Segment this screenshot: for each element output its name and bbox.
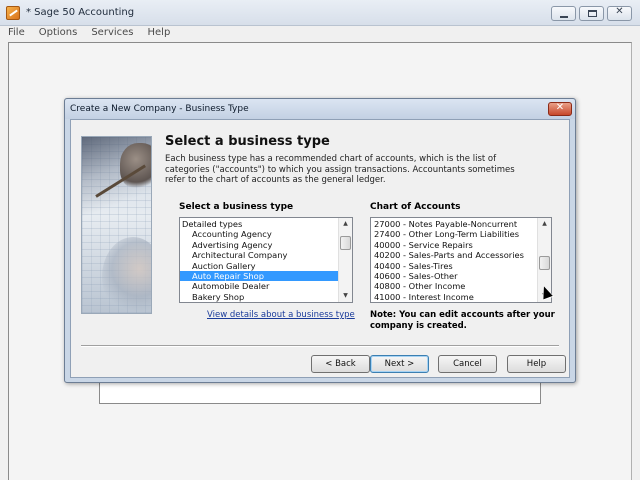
list-item[interactable]: 40800 - Other Income	[371, 281, 537, 291]
business-type-scrollbar[interactable]: ▲ ▼	[338, 218, 352, 302]
dialog-titlebar: Create a New Company - Business Type ✕	[65, 99, 575, 119]
business-type-label: Select a business type	[179, 202, 294, 212]
menu-options[interactable]: Options	[37, 26, 80, 40]
list-item[interactable]: 41000 - Interest Income	[371, 292, 537, 302]
minimize-button[interactable]	[551, 6, 576, 21]
list-item-selected[interactable]: Auto Repair Shop	[180, 270, 338, 282]
chart-of-accounts-label: Chart of Accounts	[370, 202, 461, 212]
dialog-body: Select a business type Each business typ…	[70, 119, 570, 378]
list-item[interactable]: Advertising Agency	[180, 240, 338, 250]
close-icon: ✕	[555, 102, 565, 113]
list-item[interactable]: Architectural Company	[180, 250, 338, 260]
create-company-dialog: Create a New Company - Business Type ✕ S…	[64, 98, 576, 383]
list-item[interactable]: Auction Gallery	[180, 261, 338, 271]
list-item[interactable]: 27400 - Other Long-Term Liabilities	[371, 229, 537, 239]
minimize-icon	[560, 16, 568, 18]
chart-of-accounts-list[interactable]: 27000 - Notes Payable-Noncurrent 27400 -…	[370, 217, 552, 303]
app-titlebar: * Sage 50 Accounting ✕	[0, 0, 640, 26]
list-item[interactable]: 40000 - Service Repairs	[371, 240, 537, 250]
list-item[interactable]: 40400 - Sales-Tires	[371, 261, 537, 271]
list-item[interactable]: Accounting Agency	[180, 229, 338, 239]
close-icon: ✕	[615, 6, 624, 17]
divider	[81, 345, 559, 347]
scroll-down-icon[interactable]: ▼	[339, 290, 352, 302]
menu-file[interactable]: File	[6, 26, 27, 40]
list-item-detailed-types[interactable]: Detailed types	[180, 219, 338, 229]
background-panel	[99, 380, 541, 404]
app-title: * Sage 50 Accounting	[26, 7, 135, 18]
dialog-close-button[interactable]: ✕	[548, 102, 572, 116]
highlight-shape	[102, 237, 151, 313]
business-type-items: Detailed types Accounting Agency Adverti…	[180, 219, 338, 302]
cancel-button[interactable]: Cancel	[438, 355, 497, 373]
scroll-up-icon[interactable]: ▲	[538, 218, 551, 230]
menu-help[interactable]: Help	[146, 26, 173, 40]
maximize-icon	[588, 10, 597, 17]
page-heading: Select a business type	[165, 134, 330, 149]
business-type-details-link[interactable]: View details about a business type	[207, 310, 355, 320]
sage-logo-icon	[6, 6, 20, 20]
list-item[interactable]: 40600 - Sales-Other	[371, 271, 537, 281]
scroll-up-icon[interactable]: ▲	[339, 218, 352, 230]
close-button[interactable]: ✕	[607, 6, 632, 21]
accounts-note: Note: You can edit accounts after your c…	[370, 310, 555, 331]
dialog-title: Create a New Company - Business Type	[70, 104, 249, 114]
list-item[interactable]: Bakery Shop	[180, 292, 338, 302]
scroll-thumb[interactable]	[539, 256, 550, 270]
scroll-thumb[interactable]	[340, 236, 351, 250]
window-controls: ✕	[551, 6, 632, 21]
hand-shape	[120, 143, 151, 189]
business-photo	[81, 136, 152, 314]
chart-of-accounts-items: 27000 - Notes Payable-Noncurrent 27400 -…	[371, 219, 537, 302]
back-button[interactable]: < Back	[311, 355, 370, 373]
list-item[interactable]: Automobile Dealer	[180, 281, 338, 291]
menu-services[interactable]: Services	[89, 26, 135, 40]
list-item[interactable]: 27000 - Notes Payable-Noncurrent	[371, 219, 537, 229]
business-type-list[interactable]: Detailed types Accounting Agency Adverti…	[179, 217, 353, 303]
help-button[interactable]: Help	[507, 355, 566, 373]
list-item[interactable]: 40200 - Sales-Parts and Accessories	[371, 250, 537, 260]
maximize-button[interactable]	[579, 6, 604, 21]
page-description: Each business type has a recommended cha…	[165, 154, 515, 185]
next-button[interactable]: Next >	[370, 355, 429, 373]
menubar: File Options Services Help	[0, 26, 640, 40]
